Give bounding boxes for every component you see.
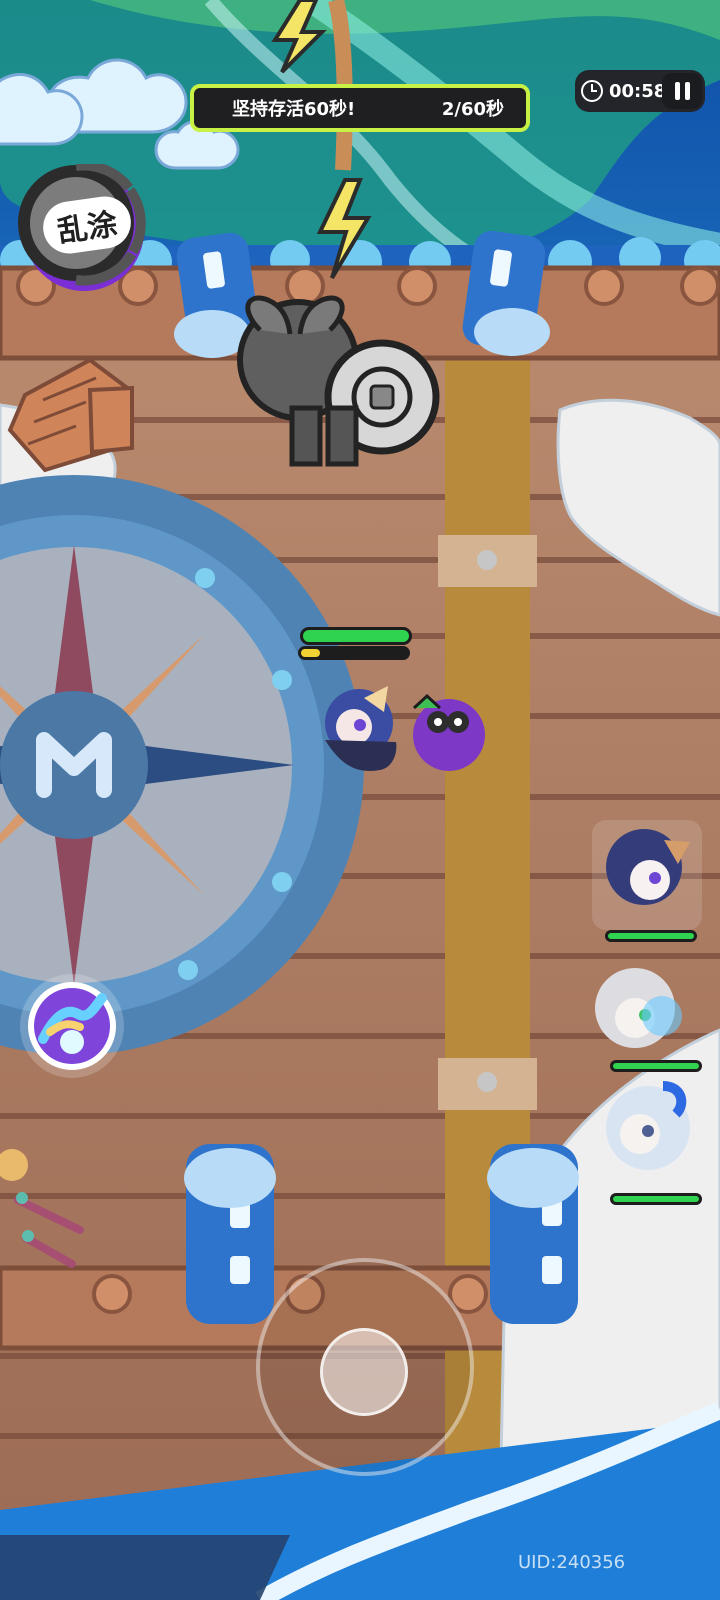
party-member-3-portrait[interactable]: [592, 1092, 702, 1200]
ultimate-button[interactable]: [18, 972, 126, 1080]
objective-progress: 2/60秒: [441, 99, 504, 120]
objective-text: 坚持存活60秒!: [232, 99, 356, 120]
clock-icon: [581, 80, 603, 102]
game-screen: 坚持存活60秒! 2/60秒 00:58 乱涂 UID:240356: [0, 0, 720, 1600]
player-energy-bar: [298, 646, 410, 660]
party-member-2-portrait[interactable]: [592, 962, 702, 1066]
uid-label: UID:240356: [518, 1552, 626, 1573]
player-energy-fill: [301, 649, 321, 657]
pause-button[interactable]: [662, 73, 702, 109]
pause-icon: [674, 82, 690, 100]
joystick-knob[interactable]: [320, 1328, 408, 1416]
player-health-bar: [300, 627, 412, 645]
objective-banner: 坚持存活60秒! 2/60秒: [190, 84, 530, 132]
party-member-1-health-fill: [608, 933, 694, 939]
player-health-fill: [303, 630, 409, 642]
party-member-1-portrait[interactable]: [592, 823, 702, 933]
timer-text: 00:58: [609, 80, 667, 102]
